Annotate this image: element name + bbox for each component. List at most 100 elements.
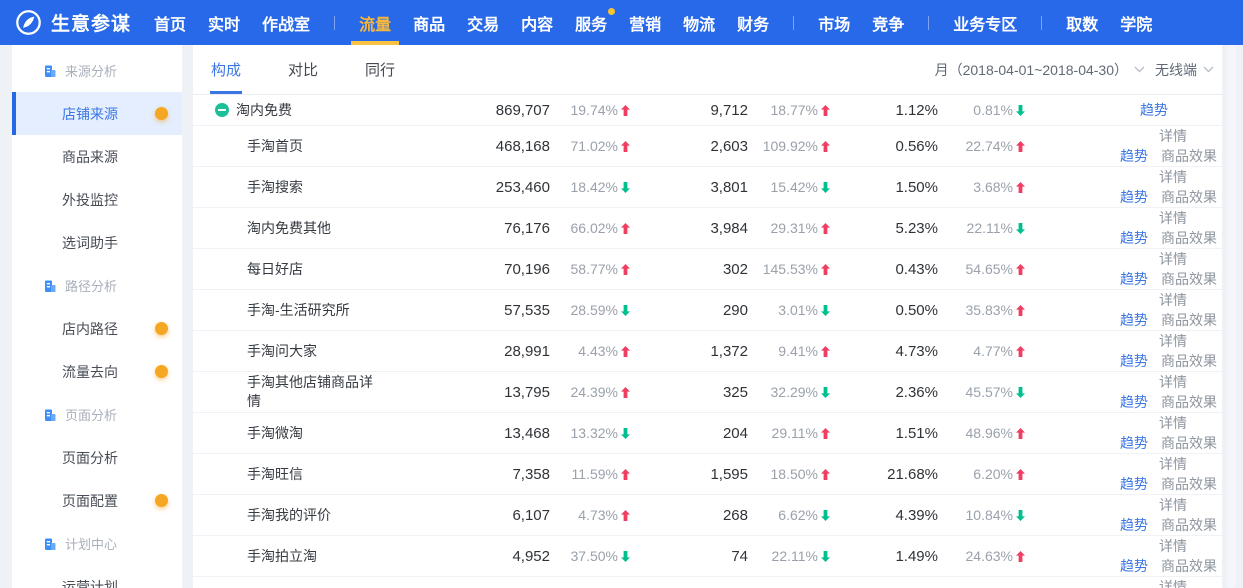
- building-icon: [43, 537, 57, 551]
- tab-0[interactable]: 构成: [211, 45, 241, 94]
- terminal-selector[interactable]: 无线端: [1155, 60, 1214, 80]
- sidebar-item[interactable]: 流量去向: [12, 350, 182, 393]
- nav-item-1-7[interactable]: 财务: [726, 0, 780, 45]
- trend-link[interactable]: 趋势: [1120, 433, 1148, 453]
- sidebar-item[interactable]: 选词助手: [12, 221, 182, 264]
- nav-item-label: 取数: [1066, 11, 1098, 35]
- trend-link[interactable]: 趋势: [1140, 100, 1168, 120]
- product-effect-link[interactable]: 商品效果: [1161, 474, 1217, 494]
- detail-link-row: 详情: [1159, 577, 1217, 588]
- product-effect-link[interactable]: 商品效果: [1161, 433, 1217, 453]
- product-effect-link[interactable]: 商品效果: [1161, 515, 1217, 535]
- scrollbar-thumb[interactable]: [1227, 45, 1236, 588]
- table-row: 手淘问大家28,9914.43%1,3729.41%4.73%4.77%详情趋势…: [193, 331, 1222, 372]
- detail-link[interactable]: 详情: [1159, 333, 1187, 349]
- nav-item-1-3[interactable]: 内容: [510, 0, 564, 45]
- visitors-change: 71.02%: [550, 138, 630, 154]
- nav-item-label: 业务专区: [953, 11, 1017, 35]
- detail-link[interactable]: 详情: [1159, 210, 1187, 226]
- sidebar-item[interactable]: 商品来源: [12, 135, 182, 178]
- detail-link[interactable]: 详情: [1159, 169, 1187, 185]
- sidebar-item[interactable]: 店内路径: [12, 307, 182, 350]
- trend-link[interactable]: 趋势: [1120, 474, 1148, 494]
- nav-divider: [793, 16, 794, 30]
- detail-link[interactable]: 详情: [1159, 579, 1187, 588]
- date-range-selector[interactable]: 月（2018-04-01~2018-04-30）: [935, 60, 1145, 80]
- nav-item-2-1[interactable]: 竞争: [861, 0, 915, 45]
- top-nav: 生意参谋 首页实时作战室流量商品交易内容服务营销物流财务 市场竞争 业务专区 取数学院: [0, 0, 1243, 45]
- sidebar-item[interactable]: 店铺来源: [12, 92, 182, 135]
- change-value: 29.11%: [772, 425, 818, 441]
- buyers-change: 29.31%: [748, 220, 830, 236]
- nav-item-1-5[interactable]: 营销: [618, 0, 672, 45]
- detail-link-row: 详情: [1159, 495, 1217, 515]
- nav-item-label: 首页: [154, 11, 186, 35]
- change-value: 6.62%: [778, 507, 818, 523]
- trend-link[interactable]: 趋势: [1120, 187, 1148, 207]
- trend-link[interactable]: 趋势: [1120, 392, 1148, 412]
- nav-item-3-0[interactable]: 业务专区: [942, 0, 1028, 45]
- sidebar-item[interactable]: 运营计划: [12, 565, 182, 588]
- product-effect-link[interactable]: 商品效果: [1161, 310, 1217, 330]
- brand[interactable]: 生意参谋: [15, 9, 131, 36]
- nav-item-1-6[interactable]: 物流: [672, 0, 726, 45]
- page-scrollbar[interactable]: [1222, 45, 1243, 588]
- arrow-up-icon: [621, 223, 630, 234]
- collapse-toggle-icon[interactable]: [215, 103, 229, 117]
- rate-change: 4.77%: [938, 343, 1025, 359]
- nav-item-0-1[interactable]: 实时: [197, 0, 251, 45]
- arrow-up-icon: [821, 105, 830, 116]
- sidebar-item[interactable]: 外投监控: [12, 178, 182, 221]
- nav-item-1-0[interactable]: 流量: [348, 0, 402, 45]
- nav-item-4-1[interactable]: 学院: [1109, 0, 1163, 45]
- nav-item-1-4[interactable]: 服务: [564, 0, 618, 45]
- buyers-change: 15.42%: [748, 179, 830, 195]
- product-effect-link[interactable]: 商品效果: [1161, 269, 1217, 289]
- trend-link[interactable]: 趋势: [1120, 515, 1148, 535]
- detail-link[interactable]: 详情: [1159, 497, 1187, 513]
- detail-link[interactable]: 详情: [1159, 415, 1187, 431]
- trend-link[interactable]: 趋势: [1120, 228, 1148, 248]
- buyers-count: 9,712: [630, 102, 748, 119]
- source-name: 手淘拍立淘: [247, 547, 317, 566]
- row-actions: 详情趋势商品效果: [1025, 167, 1217, 207]
- trend-link[interactable]: 趋势: [1120, 351, 1148, 371]
- sidebar-item[interactable]: 页面配置: [12, 479, 182, 522]
- nav-item-1-2[interactable]: 交易: [456, 0, 510, 45]
- product-effect-link[interactable]: 商品效果: [1161, 228, 1217, 248]
- detail-link[interactable]: 详情: [1159, 456, 1187, 472]
- product-effect-link[interactable]: 商品效果: [1161, 187, 1217, 207]
- building-icon: [43, 64, 57, 78]
- arrow-up-icon: [1016, 469, 1025, 480]
- product-effect-link[interactable]: 商品效果: [1161, 146, 1217, 166]
- nav-item-1-1[interactable]: 商品: [402, 0, 456, 45]
- trend-link[interactable]: 趋势: [1120, 556, 1148, 576]
- nav-item-0-2[interactable]: 作战室: [251, 0, 321, 45]
- sidebar-item[interactable]: 页面分析: [12, 436, 182, 479]
- trend-link[interactable]: 趋势: [1120, 146, 1148, 166]
- detail-link[interactable]: 详情: [1159, 538, 1187, 554]
- nav-item-2-0[interactable]: 市场: [807, 0, 861, 45]
- nav-item-label: 市场: [818, 11, 850, 35]
- product-effect-link[interactable]: 商品效果: [1161, 556, 1217, 576]
- detail-link[interactable]: 详情: [1159, 374, 1187, 390]
- detail-link-row: 详情: [1159, 290, 1217, 310]
- arrow-down-icon: [821, 305, 830, 316]
- visitors-change: 4.73%: [550, 507, 630, 523]
- detail-link[interactable]: 详情: [1159, 128, 1187, 144]
- trend-link[interactable]: 趋势: [1120, 269, 1148, 289]
- row-actions: 详情趋势商品效果: [1025, 331, 1217, 371]
- nav-item-0-0[interactable]: 首页: [143, 0, 197, 45]
- visitors-change: 13.32%: [550, 425, 630, 441]
- product-effect-link[interactable]: 商品效果: [1161, 392, 1217, 412]
- tab-2[interactable]: 同行: [365, 45, 395, 94]
- trend-effect-link-row: 趋势商品效果: [1120, 269, 1217, 289]
- product-effect-link[interactable]: 商品效果: [1161, 351, 1217, 371]
- source-name: 手淘旺信: [247, 465, 303, 484]
- detail-link[interactable]: 详情: [1159, 292, 1187, 308]
- nav-item-4-0[interactable]: 取数: [1055, 0, 1109, 45]
- change-value: 32.29%: [771, 384, 818, 400]
- tab-1[interactable]: 对比: [288, 45, 318, 94]
- trend-link[interactable]: 趋势: [1120, 310, 1148, 330]
- detail-link[interactable]: 详情: [1159, 251, 1187, 267]
